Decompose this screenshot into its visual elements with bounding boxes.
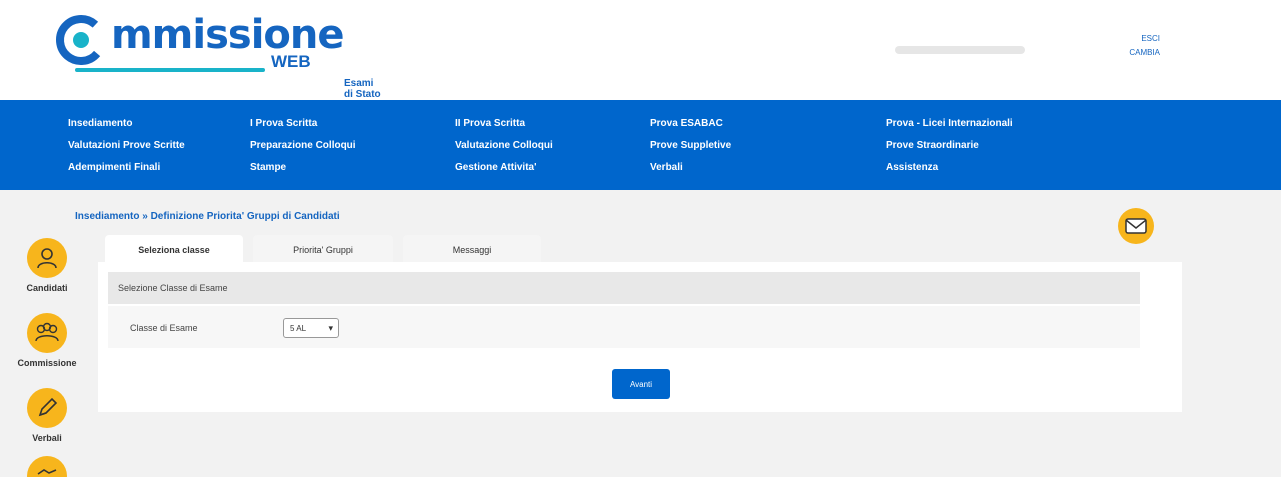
sidebar-item-label: Verbali (32, 433, 62, 443)
menu-item-valutazione-colloqui[interactable]: Valutazione Colloqui (455, 135, 553, 157)
menu-item-valutazioni-prove-scritte[interactable]: Valutazioni Prove Scritte (68, 135, 185, 157)
tab-messaggi[interactable]: Messaggi (403, 235, 541, 265)
menu-item-stampe[interactable]: Stampe (250, 157, 356, 179)
avanti-button[interactable]: Avanti (612, 369, 670, 399)
classe-select-value: 5 AL (290, 323, 307, 333)
menu-item-seconda-prova[interactable]: II Prova Scritta (455, 113, 553, 135)
tab-priorita-gruppi[interactable]: Priorita' Gruppi (253, 235, 393, 265)
logout-link[interactable]: ESCI (1100, 32, 1160, 46)
handshake-icon (27, 456, 67, 477)
menu-column-2: I Prova Scritta Preparazione Colloqui St… (250, 113, 356, 179)
person-icon (27, 238, 67, 278)
logo-c-icon (56, 15, 106, 65)
user-links: ESCI CAMBIA (1100, 32, 1160, 60)
classe-select[interactable]: 5 AL ▾ (283, 318, 339, 338)
breadcrumb[interactable]: Insediamento » Definizione Priorita' Gru… (75, 211, 340, 222)
sidebar-item-extra[interactable] (8, 456, 86, 477)
app-header: mmissione WEB Esami di Stato 2023 ESCI C… (0, 0, 1281, 111)
tab-seleziona-classe[interactable]: Seleziona classe (105, 235, 243, 265)
sidebar-item-label: Candidati (26, 283, 68, 293)
commissione-web-logo[interactable]: mmissione WEB Esami di Stato 2023 (55, 12, 385, 111)
change-link[interactable]: CAMBIA (1100, 46, 1160, 60)
pencil-icon (27, 388, 67, 428)
menu-column-5: Prova - Licei Internazionali Prove Strao… (886, 113, 1013, 179)
section-title: Selezione Classe di Esame (108, 272, 1140, 304)
menu-item-gestione-attivita[interactable]: Gestione Attivita' (455, 157, 553, 179)
sidebar-item-verbali[interactable]: Verbali (8, 388, 86, 443)
menu-column-3: II Prova Scritta Valutazione Colloqui Ge… (455, 113, 553, 179)
logo-underline (75, 68, 265, 72)
menu-item-prima-prova[interactable]: I Prova Scritta (250, 113, 356, 135)
menu-item-preparazione-colloqui[interactable]: Preparazione Colloqui (250, 135, 356, 157)
menu-item-insediamento[interactable]: Insediamento (68, 113, 185, 135)
sidebar-item-candidati[interactable]: Candidati (8, 238, 86, 293)
chevron-down-icon: ▾ (328, 323, 333, 333)
user-info-blurred (895, 46, 1025, 54)
messages-button[interactable] (1118, 208, 1154, 244)
menu-item-verbali[interactable]: Verbali (650, 157, 731, 179)
classe-label: Classe di Esame (130, 323, 198, 333)
sidebar-item-label: Commissione (17, 358, 77, 368)
content-panel: Selezione Classe di Esame Classe di Esam… (98, 262, 1182, 412)
envelope-icon (1125, 218, 1147, 234)
main-menu: Insediamento Valutazioni Prove Scritte A… (0, 100, 1281, 190)
logo-web: WEB (271, 52, 311, 71)
menu-column-4: Prova ESABAC Prove Suppletive Verbali (650, 113, 731, 179)
menu-item-assistenza[interactable]: Assistenza (886, 157, 1013, 179)
menu-item-adempimenti-finali[interactable]: Adempimenti Finali (68, 157, 185, 179)
menu-item-licei-internazionali[interactable]: Prova - Licei Internazionali (886, 113, 1013, 135)
menu-item-prove-straordinarie[interactable]: Prove Straordinarie (886, 135, 1013, 157)
group-icon (27, 313, 67, 353)
sidebar-item-commissione[interactable]: Commissione (8, 313, 86, 368)
menu-item-prove-suppletive[interactable]: Prove Suppletive (650, 135, 731, 157)
menu-column-1: Insediamento Valutazioni Prove Scritte A… (68, 113, 185, 179)
form-row-classe: Classe di Esame 5 AL ▾ (108, 306, 1140, 348)
menu-item-prova-esabac[interactable]: Prova ESABAC (650, 113, 731, 135)
